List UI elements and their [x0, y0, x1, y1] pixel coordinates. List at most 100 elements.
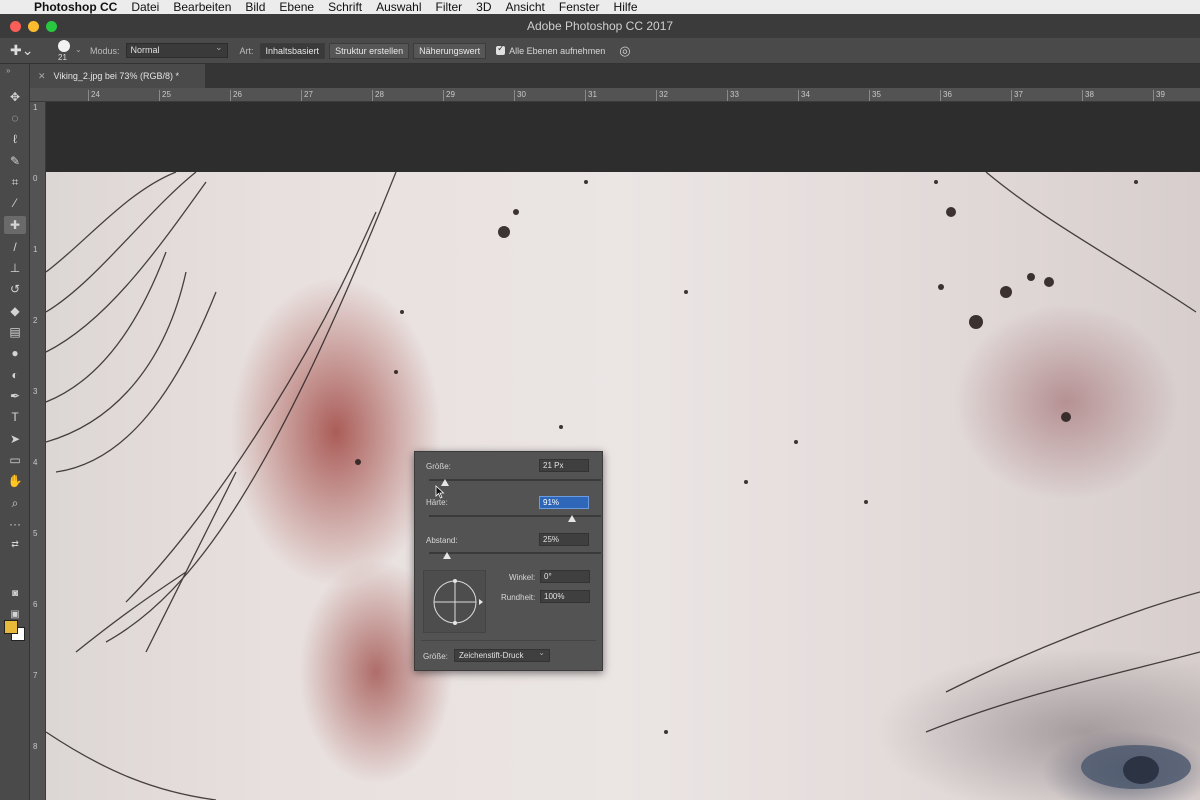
foreground-color-swatch[interactable] [4, 620, 18, 634]
close-tab-icon[interactable]: ✕ [38, 71, 46, 82]
document-tab-strip: ✕ Viking_2.jpg bei 73% (RGB/8) * [30, 64, 1200, 88]
ruler-h-tick: 29 [443, 90, 455, 101]
options-bar: ✚⌄ 21 ⌄ Modus: Normal Art: Inhaltsbasier… [0, 38, 1200, 64]
menu-auswahl[interactable]: Auswahl [376, 0, 421, 14]
ruler-h-tick: 26 [230, 90, 242, 101]
ruler-h-tick: 31 [585, 90, 597, 101]
ruler-v-tick: 0 [33, 174, 38, 183]
spot-healing-brush-tool-icon[interactable]: ✚ [4, 216, 26, 234]
hardness-label: Härte: [426, 498, 448, 507]
ruler-h-tick: 32 [656, 90, 668, 101]
ruler-v-tick: 1 [33, 245, 38, 254]
ruler-v-tick: 3 [33, 387, 38, 396]
horizontal-ruler[interactable]: 24 25 26 27 28 29 30 31 32 33 34 35 36 3… [30, 88, 1200, 102]
quick-selection-tool-icon[interactable]: ✎ [4, 152, 26, 170]
sample-all-layers-checkbox[interactable] [496, 43, 506, 55]
dodge-tool-icon[interactable]: ◐ [4, 366, 26, 384]
angle-field[interactable]: 0° [540, 570, 590, 583]
ruler-v-tick: 4 [33, 458, 38, 467]
ruler-h-tick: 30 [514, 90, 526, 101]
brush-preset-picker[interactable]: 21 ⌄ [48, 39, 82, 63]
ruler-h-tick: 25 [159, 90, 171, 101]
size-slider-track[interactable] [429, 479, 601, 481]
menu-bearbeiten[interactable]: Bearbeiten [173, 0, 231, 14]
roundness-field[interactable]: 100% [540, 590, 590, 603]
menu-3d[interactable]: 3D [476, 0, 491, 14]
size-label: Größe: [426, 462, 451, 471]
ruler-h-tick: 35 [869, 90, 881, 101]
size-field[interactable]: 21 Px [539, 459, 589, 472]
menu-ansicht[interactable]: Ansicht [506, 0, 545, 14]
spacing-slider-track[interactable] [429, 552, 601, 554]
rectangle-tool-icon[interactable]: ▭ [4, 451, 26, 469]
clone-stamp-tool-icon[interactable]: ⊥ [4, 259, 26, 277]
menu-schrift[interactable]: Schrift [328, 0, 362, 14]
hand-tool-icon[interactable]: ✋ [4, 472, 26, 490]
mode-select[interactable]: Normal [125, 41, 228, 58]
eraser-tool-icon[interactable]: ◆ [4, 302, 26, 320]
ruler-v-tick: 2 [33, 316, 38, 325]
pen-size-select[interactable]: Zeichenstift-Druck [454, 647, 550, 662]
type-tool-icon[interactable]: T [4, 408, 26, 426]
create-texture-button[interactable]: Struktur erstellen [329, 42, 410, 59]
brush-angle-preview[interactable] [423, 570, 486, 633]
spacing-label: Abstand: [426, 536, 458, 545]
brush-tip-icon [58, 39, 70, 52]
brush-angle-dial-icon [433, 579, 483, 625]
menu-ebene[interactable]: Ebene [279, 0, 314, 14]
ruler-h-tick: 36 [940, 90, 952, 101]
window-title: Adobe Photoshop CC 2017 [526, 19, 674, 33]
more-tools-icon[interactable]: ··· [4, 515, 26, 533]
hardness-field[interactable]: 91% [539, 496, 589, 509]
menu-hilfe[interactable]: Hilfe [614, 0, 638, 14]
move-tool-icon[interactable]: ✥ [4, 88, 26, 106]
document-tab[interactable]: ✕ Viking_2.jpg bei 73% (RGB/8) * [30, 64, 205, 88]
bandaid-icon[interactable]: ✚⌄ [10, 42, 40, 59]
collapse-panel-icon[interactable]: » [6, 66, 10, 75]
eye-detail [1081, 745, 1191, 789]
hardness-slider-thumb[interactable] [568, 515, 576, 522]
document-canvas[interactable] [46, 172, 1200, 800]
ruler-h-tick: 34 [798, 90, 810, 101]
menu-filter[interactable]: Filter [435, 0, 462, 14]
ruler-h-tick: 38 [1082, 90, 1094, 101]
crop-tool-icon[interactable]: ⌗ [4, 173, 26, 191]
type-label: Art: [239, 45, 254, 56]
brush-settings-popup: Größe: 21 Px Härte: 91% Abstand: 25% Win… [414, 451, 603, 671]
ruler-h-tick: 27 [301, 90, 313, 101]
blur-tool-icon[interactable]: ● [4, 344, 26, 362]
ruler-v-tick: 8 [33, 742, 38, 751]
pen-tool-icon[interactable]: ✒ [4, 387, 26, 405]
lasso-tool-icon[interactable]: ℓ [4, 130, 26, 148]
eyedropper-tool-icon[interactable]: ⁄ [4, 194, 26, 212]
ruler-h-tick: 33 [727, 90, 739, 101]
spacing-field[interactable]: 25% [539, 533, 589, 546]
vertical-ruler[interactable]: 1 0 1 2 3 4 5 6 7 8 [30, 102, 46, 800]
angle-label: Winkel: [509, 573, 536, 582]
brush-size-readout: 21 [58, 52, 67, 62]
quick-mask-icon[interactable]: ◙ [4, 584, 26, 602]
pasteboard[interactable] [46, 102, 1200, 172]
zoom-tool-icon[interactable]: ⌕ [4, 494, 26, 512]
pressure-size-icon[interactable]: ◎ [619, 43, 630, 59]
document-tab-title: Viking_2.jpg bei 73% (RGB/8) * [53, 71, 179, 81]
sample-all-layers-label: Alle Ebenen aufnehmen [509, 45, 606, 56]
pen-size-label: Größe: [423, 652, 448, 661]
history-brush-tool-icon[interactable]: ↺ [4, 280, 26, 298]
marquee-tool-icon[interactable]: ◌ [4, 109, 26, 127]
ruler-h-tick: 39 [1153, 90, 1165, 101]
gradient-tool-icon[interactable]: ▤ [4, 323, 26, 341]
path-selection-tool-icon[interactable]: ➤ [4, 430, 26, 448]
menu-bild[interactable]: Bild [245, 0, 265, 14]
swap-colors-icon[interactable]: ⇄ [4, 535, 26, 553]
menu-fenster[interactable]: Fenster [559, 0, 600, 14]
spacing-slider-thumb[interactable] [443, 552, 451, 559]
ruler-h-tick: 28 [372, 90, 384, 101]
menu-app-name[interactable]: Photoshop CC [34, 0, 117, 14]
proximity-match-button[interactable]: Näherungswert [413, 42, 487, 59]
content-aware-button[interactable]: Inhaltsbasiert [259, 42, 326, 59]
brush-tool-icon[interactable]: / [4, 238, 26, 256]
menu-datei[interactable]: Datei [131, 0, 159, 14]
ruler-v-tick: 6 [33, 600, 38, 609]
photo-detail-overlay [46, 172, 1200, 800]
